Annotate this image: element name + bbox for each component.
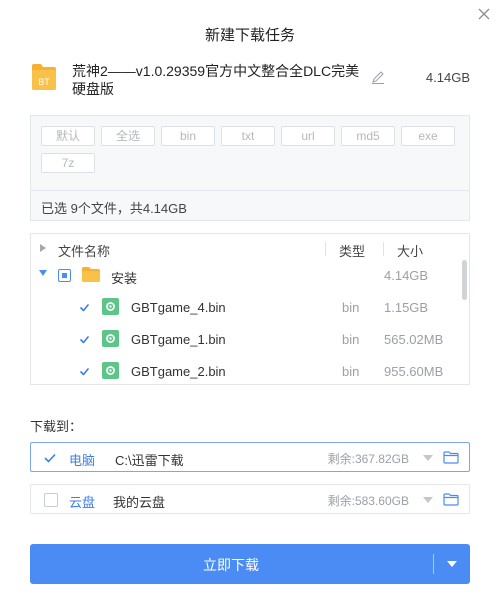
free-space: 剩余:583.60GB [327,494,409,508]
bt-file-icon: BT [32,64,56,90]
scrollbar[interactable] [462,260,467,300]
filter-tag-7z[interactable]: 7z [41,153,95,173]
exe-file-icon [102,362,119,379]
download-to-label: 下载到： [30,419,83,434]
folder-row[interactable]: 安装 4.14GB [31,260,469,292]
filter-tag-md5[interactable]: md5 [341,126,395,146]
file-type: bin [342,332,360,347]
svg-text:BT: BT [38,77,50,87]
filter-tag-txt[interactable]: txt [221,126,275,146]
filter-tag-bin[interactable]: bin [161,126,215,146]
checkbox-checked-icon[interactable] [78,333,91,346]
button-divider [433,554,434,574]
folder-icon [82,267,100,282]
destination-cloud[interactable]: 云盘 我的云盘 剩余:583.60GB [30,484,470,514]
file-row[interactable]: GBTgame_4.bin bin 1.15GB [31,292,469,324]
edit-icon[interactable] [371,70,385,84]
folder-browse-icon[interactable] [443,493,459,506]
check-icon[interactable] [43,451,57,465]
file-row[interactable]: GBTgame_2.bin bin 955.60MB [31,356,469,384]
file-size: 955.60MB [384,364,444,379]
file-size: 565.02MB [384,332,444,347]
destination-path[interactable]: C:\迅雷下载 [115,450,184,469]
chevron-down-icon[interactable] [447,561,457,567]
download-now-label[interactable]: 立即下载 [30,555,432,575]
checkbox-checked-icon[interactable] [78,365,91,378]
column-name[interactable]: 文件名称 [58,241,110,260]
dialog-title: 新建下载任务 [204,27,295,44]
folder-size: 4.14GB [384,268,429,283]
exe-file-icon [102,298,119,315]
selection-summary: 已选 9个文件，共4.14GB [41,201,187,216]
file-size: 1.15GB [384,300,429,315]
free-space: 剩余:367.82GB [327,452,409,466]
torrent-name: 荒神2——v1.0.29359官方中文整合全DLC完美硬盘版 [72,63,360,97]
download-now-button[interactable]: 立即下载 [30,544,470,584]
folder-name: 安装 [111,271,138,286]
filter-tag-exe[interactable]: exe [401,126,455,146]
column-size[interactable]: 大小 [397,241,423,260]
file-name: GBTgame_2.bin [131,364,226,379]
column-divider [383,242,384,256]
file-type: bin [342,300,360,315]
cloud-checkbox[interactable] [44,493,58,507]
filter-tag-select-all[interactable]: 全选 [101,126,155,146]
folder-checkbox[interactable] [58,269,71,282]
destination-computer[interactable]: 电脑 C:\迅雷下载 剩余:367.82GB [30,442,470,472]
folder-browse-icon[interactable] [443,451,459,464]
file-row[interactable]: GBTgame_1.bin bin 565.02MB [31,324,469,356]
torrent-size: 4.14GB [425,70,470,85]
exe-file-icon [102,330,119,347]
column-type[interactable]: 类型 [339,241,365,260]
filter-tag-url[interactable]: url [281,126,335,146]
filter-panel: 默认 全选 bin txt url md5 exe 7z 已选 9个文件，共4.… [30,115,470,221]
column-divider [325,242,326,256]
destination-path[interactable]: 我的云盘 [113,492,165,511]
file-tree: 文件名称 类型 大小 安装 4.14GB GBTgame_4.bin bin 1… [30,233,470,385]
file-name: GBTgame_1.bin [131,332,226,347]
filter-tag-default[interactable]: 默认 [41,126,95,146]
file-type: bin [342,364,360,379]
file-name: GBTgame_4.bin [131,300,226,315]
divider [31,190,469,191]
destination-name: 电脑 [69,453,96,468]
close-icon[interactable] [476,6,492,22]
caret-down-icon[interactable] [39,270,47,276]
checkbox-checked-icon[interactable] [78,301,91,314]
destination-name: 云盘 [69,495,96,510]
caret-right-icon[interactable] [40,244,46,252]
chevron-down-icon[interactable] [423,497,433,503]
chevron-down-icon[interactable] [423,455,433,461]
